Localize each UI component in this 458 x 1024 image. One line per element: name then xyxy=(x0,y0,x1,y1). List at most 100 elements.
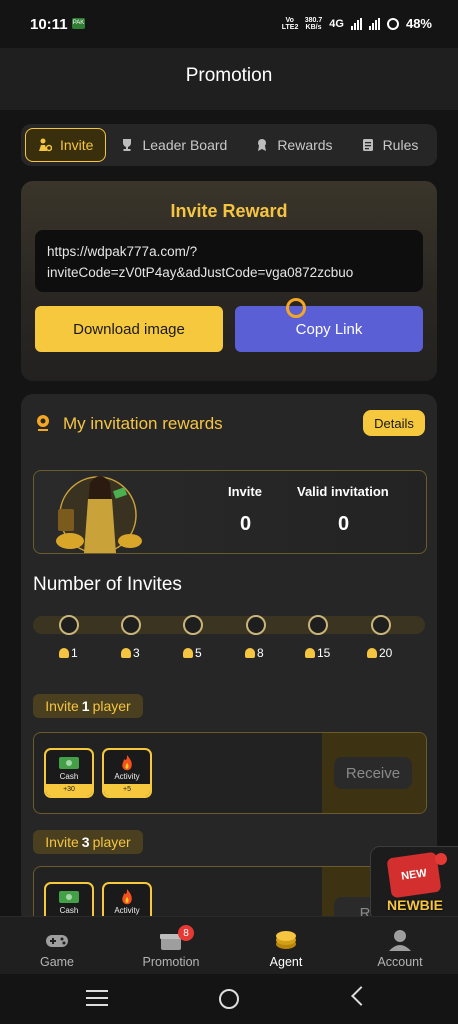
battery-icon xyxy=(386,17,399,30)
invite-link-line1: https://wdpak777a.com/? xyxy=(47,244,198,259)
tab-invite-label: Invite xyxy=(60,137,94,153)
reward-amount: +5 xyxy=(104,784,150,796)
user-icon xyxy=(389,930,411,951)
reward-label: Cash xyxy=(59,772,79,781)
milestone-value: 15 xyxy=(317,646,331,660)
tier-reward-box: Cash +30 Activity +5 Receive xyxy=(33,732,427,814)
valid-invitation-label: Valid invitation xyxy=(297,484,389,499)
person-icon xyxy=(121,648,131,658)
gamepad-icon xyxy=(46,935,68,947)
milestone-dot xyxy=(183,615,203,635)
trophy-icon xyxy=(120,138,134,152)
activity-reward-badge: Activity +5 xyxy=(102,748,152,798)
milestone-value: 3 xyxy=(133,646,140,660)
speed-value: 380.7 xyxy=(304,16,323,24)
invite-link-line2: inviteCode=zV0tP4ay&adJustCode=vga0872zc… xyxy=(47,265,354,280)
tab-rules-label: Rules xyxy=(382,137,419,153)
home-icon[interactable] xyxy=(219,989,239,1009)
milestone-value: 8 xyxy=(257,646,264,660)
tab-rules[interactable]: Rules xyxy=(347,129,433,161)
cash-icon xyxy=(59,891,79,903)
nav-promotion[interactable]: 8 Promotion xyxy=(126,923,216,969)
invitation-rewards-title: My invitation rewards xyxy=(63,414,223,433)
status-bar: 10:11 PAK Vo LTE2 380.7 KB/s 4G 48% xyxy=(0,0,458,48)
milestone-label: 20 xyxy=(367,646,392,660)
coin-icon xyxy=(276,931,296,949)
promotion-tabs: Invite Leader Board Rewards Rules xyxy=(21,124,437,166)
milestone-dot xyxy=(246,615,266,635)
touch-indicator xyxy=(286,298,306,318)
tier-receive-panel: Receive xyxy=(322,733,426,813)
valid-invitation-value: 0 xyxy=(338,513,350,535)
status-right: Vo LTE2 380.7 KB/s 4G 48% xyxy=(282,16,432,31)
invitation-rewards-card: My invitation rewards Details Invite 0 V… xyxy=(21,394,437,948)
nav-game-label: Game xyxy=(39,955,75,969)
milestone-dot xyxy=(121,615,141,635)
tab-invite[interactable]: Invite xyxy=(25,128,107,162)
notification-dot xyxy=(435,853,447,865)
newbie-label: NEWBIE xyxy=(387,897,443,913)
milestone-dot xyxy=(371,615,391,635)
signal-icon-1 xyxy=(350,17,362,30)
person-icon xyxy=(245,648,255,658)
invite-progress-bar xyxy=(33,615,425,635)
milestone-label: 1 xyxy=(59,646,78,660)
fire-icon xyxy=(122,889,132,905)
nav-account[interactable]: Account xyxy=(355,923,445,969)
tier-suffix: player xyxy=(92,834,131,850)
battery-level: 48% xyxy=(405,16,432,31)
nav-account-label: Account xyxy=(377,955,423,969)
milestone-label: 8 xyxy=(245,646,264,660)
person-icon xyxy=(59,648,69,658)
number-of-invites-heading: Number of Invites xyxy=(33,574,182,595)
download-image-button[interactable]: Download image xyxy=(35,306,223,352)
cash-icon xyxy=(59,757,79,769)
tab-rewards[interactable]: Rewards xyxy=(241,129,346,161)
invite-icon xyxy=(38,138,52,152)
invite-link-box[interactable]: https://wdpak777a.com/? inviteCode=zV0tP… xyxy=(35,230,423,292)
document-icon xyxy=(361,138,375,152)
invite-count-label: Invite xyxy=(228,484,262,499)
tier-prefix: Invite xyxy=(45,698,79,714)
status-time: 10:11 xyxy=(30,16,68,33)
page-title: Promotion xyxy=(185,65,273,86)
invite-stats-box: Invite 0 Valid invitation 0 xyxy=(33,470,427,554)
invite-count-value: 0 xyxy=(240,513,252,535)
network-speed: 380.7 KB/s xyxy=(305,17,323,31)
milestone-label: 3 xyxy=(121,646,140,660)
tab-leader-board-label: Leader Board xyxy=(142,137,228,153)
back-icon[interactable] xyxy=(351,986,371,1006)
recent-apps-icon[interactable] xyxy=(86,990,108,1011)
person-icon xyxy=(305,648,315,658)
copy-link-button[interactable]: Copy Link xyxy=(235,306,423,352)
reward-label: Activity xyxy=(114,772,140,781)
nav-game[interactable]: Game xyxy=(12,923,102,969)
milestone-value: 1 xyxy=(71,646,78,660)
details-button[interactable]: Details xyxy=(363,410,425,436)
nav-promotion-label: Promotion xyxy=(142,955,200,969)
speed-unit: KB/s xyxy=(305,23,322,31)
promotion-badge: 8 xyxy=(178,925,194,941)
reward-label: Cash xyxy=(59,906,79,915)
tier-count: 3 xyxy=(81,834,90,850)
tier-prefix: Invite xyxy=(45,834,79,850)
newbie-floating-button[interactable]: NEW NEWBIE xyxy=(370,846,458,922)
location-pin-icon xyxy=(35,414,51,432)
reward-label: Activity xyxy=(114,906,140,915)
nav-agent[interactable]: Agent xyxy=(241,923,331,969)
invite-reward-card: Invite Reward https://wdpak777a.com/? in… xyxy=(21,181,437,381)
system-nav-bar xyxy=(0,974,458,1024)
cash-reward-badge: Cash +30 xyxy=(44,748,94,798)
app-bar: Promotion xyxy=(0,48,458,110)
tier-tag: Invite 1 player xyxy=(33,694,143,718)
tier-tag: Invite 3 player xyxy=(33,830,143,854)
receive-button[interactable]: Receive xyxy=(334,757,412,789)
new-badge: NEW xyxy=(386,851,442,899)
network-type: 4G xyxy=(329,17,344,30)
tab-leader-board[interactable]: Leader Board xyxy=(106,129,241,161)
tab-rewards-label: Rewards xyxy=(277,137,333,153)
signal-icon-2 xyxy=(368,17,380,30)
milestone-label: 15 xyxy=(305,646,330,660)
milestone-label: 5 xyxy=(183,646,202,660)
milestone-dot xyxy=(308,615,328,635)
